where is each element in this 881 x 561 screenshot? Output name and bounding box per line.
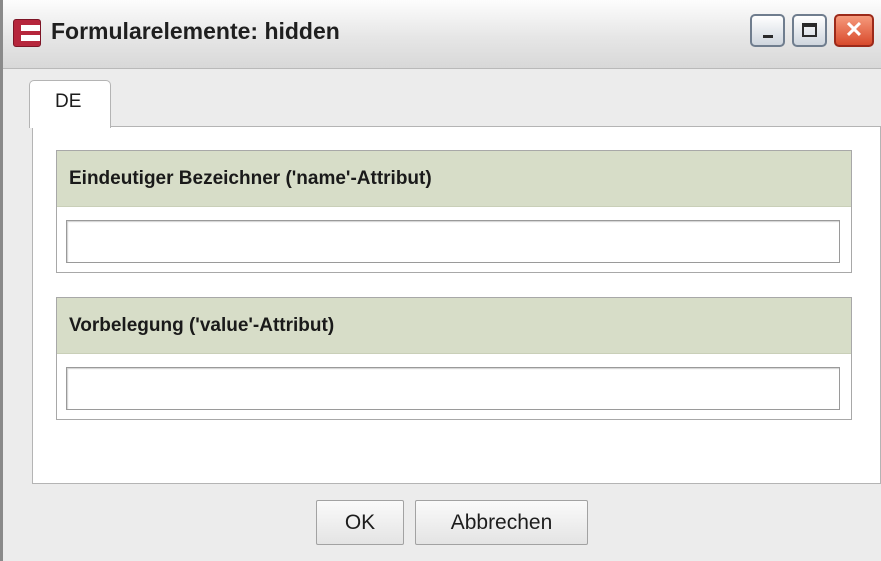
cancel-button[interactable]: Abbrechen — [415, 500, 588, 545]
name-attribute-label: Eindeutiger Bezeichner ('name'-Attribut) — [57, 151, 851, 207]
value-attribute-label: Vorbelegung ('value'-Attribut) — [57, 298, 851, 354]
maximize-icon — [802, 23, 817, 37]
app-logo-icon — [13, 19, 41, 47]
close-button[interactable]: ✕ — [834, 14, 874, 47]
value-attribute-input[interactable] — [66, 367, 840, 410]
minimize-button[interactable] — [750, 14, 785, 47]
maximize-button[interactable] — [792, 14, 827, 47]
name-attribute-group: Eindeutiger Bezeichner ('name'-Attribut) — [56, 150, 852, 273]
value-attribute-group: Vorbelegung ('value'-Attribut) — [56, 297, 852, 420]
window-title: Formularelemente: hidden — [51, 18, 340, 44]
tab-panel: Eindeutiger Bezeichner ('name'-Attribut)… — [32, 126, 881, 484]
name-attribute-input[interactable] — [66, 220, 840, 263]
minimize-icon — [763, 35, 773, 38]
tab-label: DE — [55, 91, 82, 112]
tab-de[interactable]: DE — [29, 80, 111, 128]
ok-button[interactable]: OK — [316, 500, 404, 545]
dialog-window: Formularelemente: hidden ✕ DE Eindeutige… — [0, 0, 881, 561]
close-icon: ✕ — [844, 17, 864, 42]
title-bar[interactable]: Formularelemente: hidden ✕ — [3, 0, 881, 69]
